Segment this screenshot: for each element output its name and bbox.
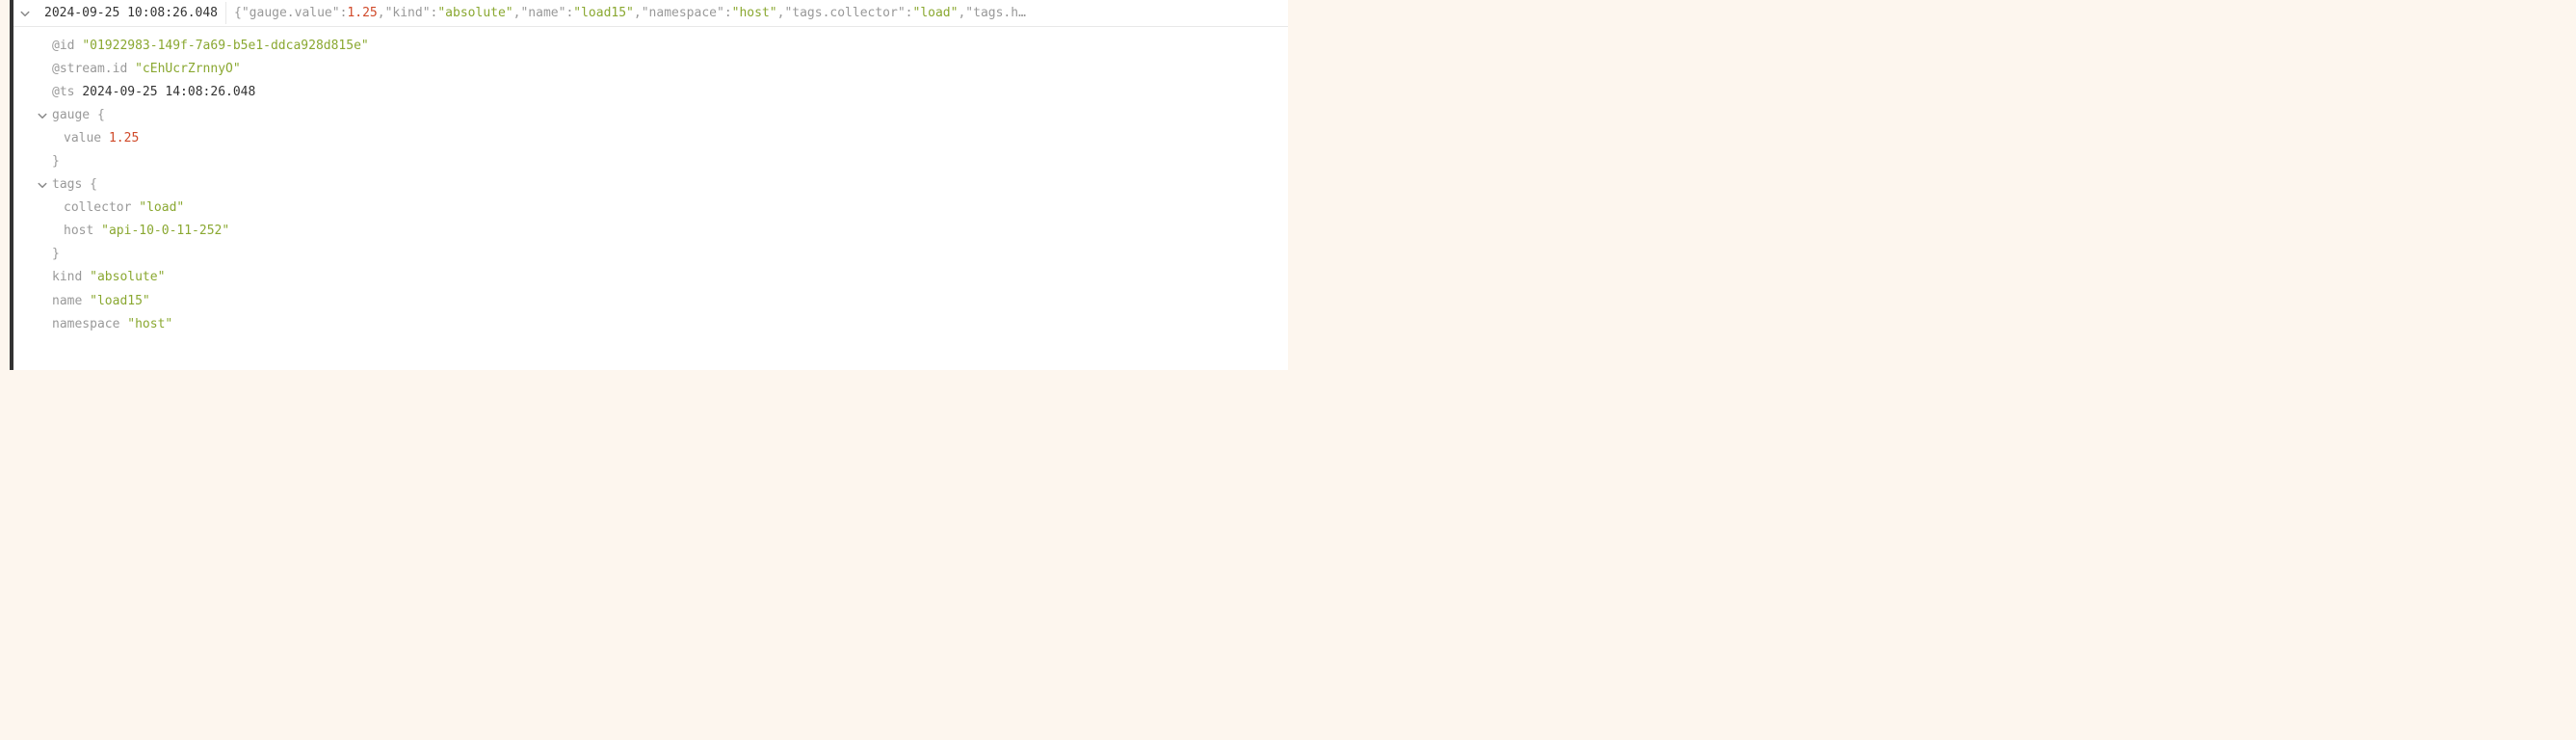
field-tags-host: host "api-10-0-11-252": [37, 220, 1288, 243]
field-id: @id "01922983-149f-7a69-b5e1-ddca928d815…: [37, 35, 1288, 58]
field-gauge-value: value 1.25: [37, 127, 1288, 150]
field-key: kind: [52, 266, 82, 289]
field-key: namespace: [52, 313, 119, 336]
field-stream-id: @stream.id "cEhUcrZrnnyO": [37, 58, 1288, 81]
field-tags-close: }: [37, 243, 1288, 266]
collapse-toggle-gauge[interactable]: [35, 110, 50, 121]
field-value: "host": [127, 313, 172, 336]
chevron-down-icon: [37, 179, 48, 191]
field-key: collector: [64, 197, 131, 220]
chevron-down-icon: [37, 110, 48, 121]
field-name: name "load15": [37, 290, 1288, 313]
field-key: tags: [52, 173, 82, 197]
field-key: gauge: [52, 104, 90, 127]
field-value: "load15": [90, 290, 150, 313]
field-key: host: [64, 220, 93, 243]
field-value: 1.25: [109, 127, 139, 150]
field-key: @stream.id: [52, 58, 127, 81]
field-value: "api-10-0-11-252": [101, 220, 229, 243]
field-tags-collector: collector "load": [37, 197, 1288, 220]
field-gauge-close: }: [37, 150, 1288, 173]
field-value: "absolute": [90, 266, 165, 289]
log-json-preview: {"gauge.value":1.25,"kind":"absolute","n…: [226, 2, 1288, 24]
field-value: "cEhUcrZrnnyO": [135, 58, 241, 81]
field-key: @ts: [52, 81, 74, 104]
field-ts: @ts 2024-09-25 14:08:26.048: [37, 81, 1288, 104]
log-timestamp: 2024-09-25 10:08:26.048: [37, 2, 226, 24]
field-kind: kind "absolute": [37, 266, 1288, 289]
expand-toggle[interactable]: [13, 2, 37, 25]
field-value: 2024-09-25 14:08:26.048: [82, 81, 255, 104]
field-value: "load": [139, 197, 184, 220]
field-value: "01922983-149f-7a69-b5e1-ddca928d815e": [82, 35, 368, 58]
field-namespace: namespace "host": [37, 313, 1288, 336]
field-key: @id: [52, 35, 74, 58]
field-key: name: [52, 290, 82, 313]
collapse-toggle-tags[interactable]: [35, 179, 50, 191]
log-expanded-body: @id "01922983-149f-7a69-b5e1-ddca928d815…: [13, 27, 1288, 344]
chevron-down-icon: [19, 8, 31, 19]
field-tags-open: tags {: [37, 173, 1288, 197]
field-key: value: [64, 127, 101, 150]
log-header-row: 2024-09-25 10:08:26.048 {"gauge.value":1…: [13, 0, 1288, 27]
field-gauge-open: gauge {: [37, 104, 1288, 127]
log-entry: 2024-09-25 10:08:26.048 {"gauge.value":1…: [10, 0, 1288, 370]
